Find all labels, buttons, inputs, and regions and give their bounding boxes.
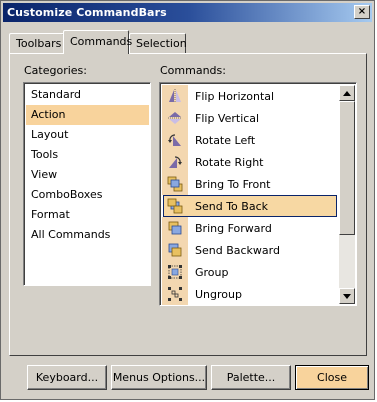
tab-selection[interactable]: Selection <box>129 33 187 53</box>
command-item[interactable]: Ungroup <box>162 283 338 305</box>
categories-label: Categories: <box>24 64 87 77</box>
command-item[interactable]: Group <box>162 261 338 283</box>
tab-commands-label: Commands <box>70 35 133 48</box>
category-item[interactable]: View <box>26 165 149 185</box>
category-item[interactable]: Tools <box>26 145 149 165</box>
command-label: Bring Forward <box>195 221 272 235</box>
rotate-left-icon <box>167 132 183 148</box>
send-to-back-icon <box>167 198 183 214</box>
categories-list: Standard Action Layout Tools View ComboB… <box>24 83 150 285</box>
commands-label: Commands: <box>160 64 226 77</box>
bring-to-front-icon <box>167 176 183 192</box>
command-item[interactable]: Bring Forward <box>162 217 338 239</box>
flip-vertical-icon <box>167 110 183 126</box>
category-item[interactable]: Format <box>26 205 149 225</box>
commands-list: Flip Horizontal Flip Vertical Rotate Lef… <box>162 85 338 305</box>
arrow-down-icon <box>343 293 351 299</box>
palette-button-label: Palette... <box>226 371 276 384</box>
title-bar[interactable]: Customize CommandBars × <box>3 3 372 22</box>
command-label: Bring To Front <box>195 177 271 191</box>
menus-options-button[interactable]: Menus Options... <box>111 365 207 390</box>
window-close-button[interactable]: × <box>354 5 370 19</box>
send-backward-icon <box>167 242 183 258</box>
close-button-label: Close <box>317 371 347 384</box>
scroll-thumb[interactable] <box>339 101 355 235</box>
category-item[interactable]: ComboBoxes <box>26 185 149 205</box>
group-icon <box>167 264 183 280</box>
palette-button[interactable]: Palette... <box>211 365 291 390</box>
close-icon: × <box>357 6 367 17</box>
commands-list-frame: Flip Horizontal Flip Vertical Rotate Lef… <box>160 83 356 305</box>
customize-commandbars-dialog: Customize CommandBars × Toolbars Command… <box>0 0 375 400</box>
command-item[interactable]: Send Backward <box>162 239 338 261</box>
command-label: Flip Horizontal <box>195 89 275 103</box>
command-item[interactable]: Flip Vertical <box>162 107 338 129</box>
categories-listbox[interactable]: Standard Action Layout Tools View ComboB… <box>23 82 151 286</box>
command-item[interactable]: Rotate Left <box>162 129 338 151</box>
rotate-right-icon <box>167 154 183 170</box>
scroll-down-button[interactable] <box>339 288 355 304</box>
command-item[interactable]: Bring To Front <box>162 173 338 195</box>
close-button[interactable]: Close <box>295 365 369 390</box>
category-item[interactable]: Layout <box>26 125 149 145</box>
command-label: Send To Back <box>195 199 268 213</box>
commands-scrollbar[interactable] <box>339 85 355 304</box>
tab-toolbars-label: Toolbars <box>16 37 62 50</box>
command-label: Rotate Right <box>195 155 264 169</box>
command-item[interactable]: Flip Horizontal <box>162 85 338 107</box>
ungroup-icon <box>167 286 183 302</box>
tab-selection-label: Selection <box>136 37 187 50</box>
commands-tab-panel: Categories: Commands: Standard Action La… <box>9 53 367 356</box>
command-item[interactable]: Rotate Right <box>162 151 338 173</box>
bring-forward-icon <box>167 220 183 236</box>
command-label: Rotate Left <box>195 133 256 147</box>
command-label: Group <box>195 265 229 279</box>
command-label: Flip Vertical <box>195 111 260 125</box>
category-item-selected[interactable]: Action <box>26 105 149 125</box>
command-item-selected[interactable]: Send To Back <box>162 195 338 217</box>
menus-options-button-label: Menus Options... <box>112 371 206 384</box>
window-title: Customize CommandBars <box>7 6 167 19</box>
arrow-up-icon <box>343 90 351 96</box>
flip-horizontal-icon <box>167 88 183 104</box>
category-item[interactable]: All Commands <box>26 225 149 245</box>
command-label: Ungroup <box>195 287 242 301</box>
tab-commands[interactable]: Commands <box>63 30 133 54</box>
tab-toolbars[interactable]: Toolbars <box>9 33 64 53</box>
scroll-up-button[interactable] <box>339 85 355 101</box>
command-label: Send Backward <box>195 243 280 257</box>
commands-listbox[interactable]: Flip Horizontal Flip Vertical Rotate Lef… <box>159 82 357 306</box>
keyboard-button-label: Keyboard... <box>35 371 99 384</box>
category-item[interactable]: Standard <box>26 85 149 105</box>
keyboard-button[interactable]: Keyboard... <box>27 365 107 390</box>
